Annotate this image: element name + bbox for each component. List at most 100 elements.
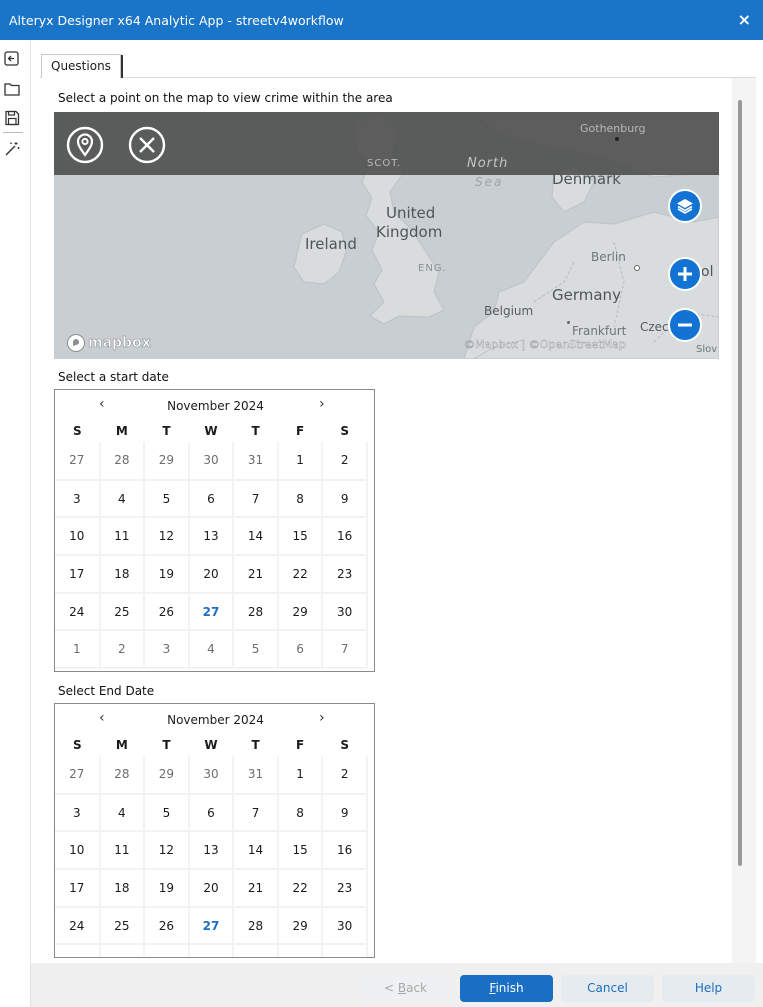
tab-questions[interactable]: Questions <box>41 54 123 79</box>
calendar-day[interactable]: 27 <box>55 756 101 795</box>
layers-button[interactable] <box>668 189 702 223</box>
back-button[interactable]: < Back <box>359 975 452 1002</box>
map-pin-icon[interactable] <box>65 125 105 165</box>
calendar-day[interactable]: 29 <box>144 756 190 795</box>
map-widget[interactable]: Gothenburg SCOT. North Sea Denmark Unite… <box>54 112 719 359</box>
calendar-day[interactable]: 6 <box>188 479 235 519</box>
calendar-day[interactable]: 7 <box>233 793 279 833</box>
calendar-day[interactable]: 14 <box>233 831 279 871</box>
calendar-day[interactable]: 6 <box>188 793 235 833</box>
finish-button[interactable]: Finish <box>460 975 553 1002</box>
cancel-button[interactable]: Cancel <box>561 975 654 1002</box>
clear-circle-icon[interactable] <box>127 125 167 165</box>
calendar-day[interactable]: 2 <box>322 756 368 795</box>
mapbox-logo[interactable]: mapbox <box>66 333 151 353</box>
calendar-day[interactable]: 8 <box>277 479 324 519</box>
calendar-day[interactable]: 27 <box>55 442 101 481</box>
calendar-day[interactable]: 25 <box>99 592 146 632</box>
calendar-day[interactable]: 31 <box>233 756 279 795</box>
calendar-day[interactable]: 28 <box>99 442 146 481</box>
calendar-day[interactable]: 16 <box>322 831 368 871</box>
calendar-day[interactable]: 7 <box>322 944 368 957</box>
next-month-button[interactable]: › <box>319 710 325 726</box>
calendar-day[interactable]: 5 <box>233 630 279 670</box>
zoom-in-button[interactable] <box>668 257 702 291</box>
calendar-day[interactable]: 13 <box>188 517 235 557</box>
calendar-day[interactable]: 26 <box>144 906 190 946</box>
calendar-day[interactable]: 3 <box>55 793 101 833</box>
calendar-day[interactable]: 4 <box>99 793 146 833</box>
calendar-day[interactable]: 30 <box>188 442 235 481</box>
save-icon[interactable] <box>3 109 21 127</box>
calendar-day[interactable]: 3 <box>55 479 101 519</box>
calendar-day[interactable]: 23 <box>322 869 368 908</box>
calendar-day[interactable]: 20 <box>188 869 235 908</box>
calendar-day[interactable]: 11 <box>99 517 146 557</box>
next-month-button[interactable]: › <box>319 396 325 412</box>
calendar-day[interactable]: 6 <box>277 630 324 670</box>
calendar-day[interactable]: 13 <box>188 831 235 871</box>
calendar-day[interactable]: 16 <box>322 517 368 557</box>
calendar-day[interactable]: 29 <box>277 906 324 946</box>
calendar-day[interactable]: 29 <box>277 592 324 632</box>
calendar-day[interactable]: 2 <box>99 630 146 670</box>
calendar-day[interactable]: 31 <box>233 442 279 481</box>
calendar-day[interactable]: 15 <box>277 831 324 871</box>
calendar-day[interactable]: 30 <box>322 592 368 632</box>
calendar-day-selected[interactable]: 27 <box>188 592 235 632</box>
calendar-day[interactable]: 28 <box>233 592 279 632</box>
calendar-day[interactable]: 19 <box>144 869 190 908</box>
calendar-day[interactable]: 2 <box>322 442 368 481</box>
calendar-day[interactable]: 12 <box>144 517 190 557</box>
calendar-day[interactable]: 1 <box>55 630 101 670</box>
calendar-day[interactable]: 1 <box>55 944 101 957</box>
calendar-day[interactable]: 22 <box>277 555 324 594</box>
calendar-day[interactable]: 23 <box>322 555 368 594</box>
calendar-day[interactable]: 30 <box>322 906 368 946</box>
calendar-day[interactable]: 6 <box>277 944 324 957</box>
calendar-day[interactable]: 22 <box>277 869 324 908</box>
calendar-day[interactable]: 26 <box>144 592 190 632</box>
calendar-day[interactable]: 20 <box>188 555 235 594</box>
calendar-day[interactable]: 17 <box>55 555 101 594</box>
calendar-day[interactable]: 4 <box>188 944 235 957</box>
calendar-day[interactable]: 9 <box>322 793 368 833</box>
calendar-day[interactable]: 21 <box>233 555 279 594</box>
calendar-day[interactable]: 19 <box>144 555 190 594</box>
calendar-day[interactable]: 3 <box>144 630 190 670</box>
calendar-day[interactable]: 12 <box>144 831 190 871</box>
calendar-day[interactable]: 15 <box>277 517 324 557</box>
close-icon[interactable]: × <box>738 10 751 29</box>
calendar-day-selected[interactable]: 27 <box>188 906 235 946</box>
map-attribution[interactable]: ©Mapbox | ©OpenStreetMap <box>464 338 626 351</box>
calendar-day[interactable]: 29 <box>144 442 190 481</box>
vertical-scrollbar[interactable] <box>732 78 756 963</box>
calendar-day[interactable]: 1 <box>277 442 324 481</box>
folder-icon[interactable] <box>3 80 21 98</box>
calendar-day[interactable]: 5 <box>233 944 279 957</box>
calendar-day[interactable]: 11 <box>99 831 146 871</box>
calendar-day[interactable]: 4 <box>188 630 235 670</box>
help-button[interactable]: Help <box>662 975 755 1002</box>
calendar-day[interactable]: 30 <box>188 756 235 795</box>
calendar-day[interactable]: 14 <box>233 517 279 557</box>
calendar-day[interactable]: 1 <box>277 756 324 795</box>
calendar-day[interactable]: 9 <box>322 479 368 519</box>
calendar-day[interactable]: 24 <box>55 592 101 632</box>
calendar-day[interactable]: 4 <box>99 479 146 519</box>
calendar-day[interactable]: 28 <box>99 756 146 795</box>
calendar-day[interactable]: 5 <box>144 793 190 833</box>
calendar-day[interactable]: 21 <box>233 869 279 908</box>
calendar-day[interactable]: 7 <box>322 630 368 670</box>
magic-wand-icon[interactable] <box>3 140 21 158</box>
calendar-day[interactable]: 10 <box>55 831 101 871</box>
zoom-out-button[interactable] <box>668 308 702 342</box>
scrollbar-thumb[interactable] <box>738 100 742 866</box>
calendar-day[interactable]: 5 <box>144 479 190 519</box>
calendar-day[interactable]: 3 <box>144 944 190 957</box>
calendar-day[interactable]: 28 <box>233 906 279 946</box>
calendar-day[interactable]: 7 <box>233 479 279 519</box>
calendar-day[interactable]: 8 <box>277 793 324 833</box>
back-arrow-icon[interactable] <box>3 50 21 68</box>
calendar-day[interactable]: 25 <box>99 906 146 946</box>
